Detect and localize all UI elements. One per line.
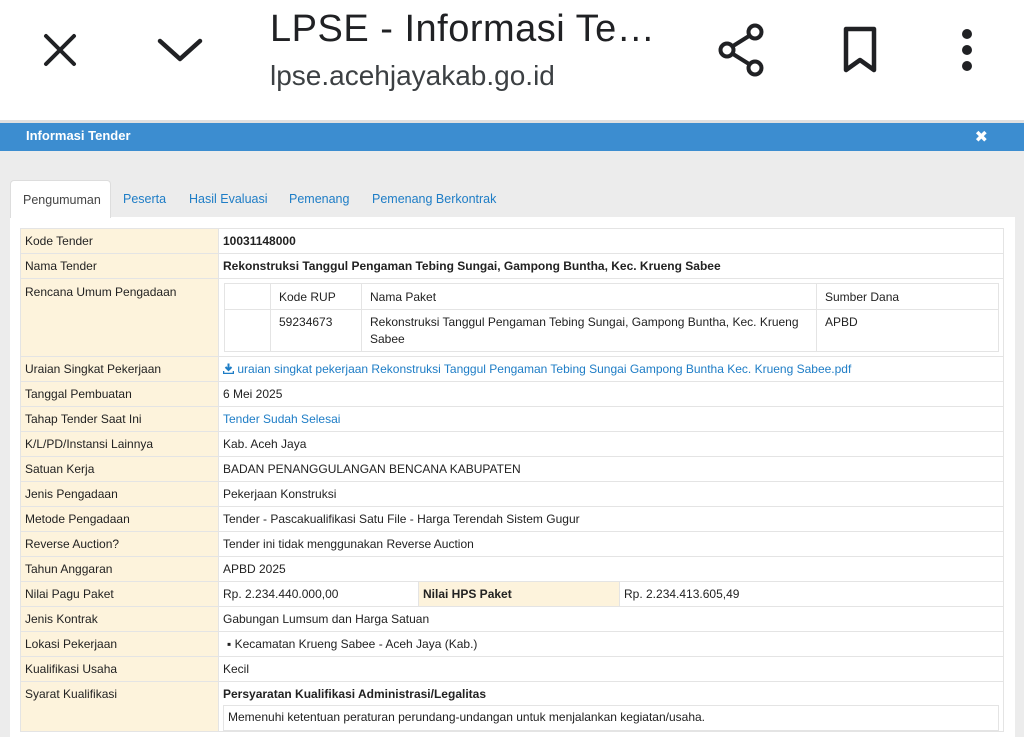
table-row: Rencana Umum Pengadaan Kode RUP Nama Pak… (20, 278, 1004, 357)
field-label: Metode Pengadaan (20, 506, 219, 532)
table-row: Uraian Singkat Pekerjaan uraian singkat … (20, 356, 1004, 382)
field-label: Uraian Singkat Pekerjaan (20, 356, 219, 382)
column-header: Kode RUP (270, 283, 362, 310)
nama-tender-value: Rekonstruksi Tanggul Pengaman Tebing Sun… (218, 253, 1004, 279)
table-row: Jenis Kontrak Gabungan Lumsum dan Harga … (20, 606, 1004, 632)
share-icon[interactable] (716, 22, 768, 78)
table-row: Tahun Anggaran APBD 2025 (20, 556, 1004, 582)
nama-paket-value: Rekonstruksi Tanggul Pengaman Tebing Sun… (361, 309, 817, 352)
reverse-value: Tender ini tidak menggunakan Reverse Auc… (218, 531, 1004, 557)
field-label: Satuan Kerja (20, 456, 219, 482)
tab-peserta[interactable]: Peserta (123, 180, 166, 218)
lokasi-value: Kecamatan Krueng Sabee - Aceh Jaya (Kab.… (234, 637, 478, 651)
hps-label: Nilai HPS Paket (418, 581, 620, 607)
table-row: Nama Tender Rekonstruksi Tanggul Pengama… (20, 253, 1004, 279)
klpd-value: Kab. Aceh Jaya (218, 431, 1004, 457)
table-row: Tahap Tender Saat Ini Tender Sudah Seles… (20, 406, 1004, 432)
uraian-download-link[interactable]: uraian singkat pekerjaan Rekonstruksi Ta… (218, 356, 1004, 382)
table-row: Metode Pengadaan Tender - Pascakualifika… (20, 506, 1004, 532)
modal-header: Informasi Tender ✖ (0, 123, 1024, 151)
uraian-filename: uraian singkat pekerjaan Rekonstruksi Ta… (237, 361, 852, 376)
syarat-cell: Persyaratan Kualifikasi Administrasi/Leg… (218, 681, 1004, 732)
table-row: Jenis Pengadaan Pekerjaan Konstruksi (20, 481, 1004, 507)
page-title: LPSE - Informasi Te… (270, 8, 656, 50)
field-label: Jenis Kontrak (20, 606, 219, 632)
close-icon[interactable] (40, 30, 80, 70)
bullet: ▪ (227, 637, 235, 651)
field-label: Kualifikasi Usaha (20, 656, 219, 682)
satker-value: BADAN PENANGGULANGAN BENCANA KABUPATEN (218, 456, 1004, 482)
lokasi-cell: ▪ Kecamatan Krueng Sabee - Aceh Jaya (Ka… (218, 631, 1004, 657)
table-row: 59234673 Rekonstruksi Tanggul Pengaman T… (224, 309, 999, 352)
tahap-link[interactable]: Tender Sudah Selesai (218, 406, 1004, 432)
kontrak-value: Gabungan Lumsum dan Harga Satuan (218, 606, 1004, 632)
modal-close-button[interactable]: ✖ (975, 127, 988, 147)
rup-cell: Kode RUP Nama Paket Sumber Dana 59234673… (218, 278, 1004, 357)
page-url[interactable]: lpse.acehjayakab.go.id (270, 60, 555, 92)
table-row: Syarat Kualifikasi Persyaratan Kualifika… (20, 681, 1004, 732)
more-vert-icon[interactable] (952, 26, 982, 74)
column-header: Sumber Dana (816, 283, 999, 310)
table-row: Kualifikasi Usaha Kecil (20, 656, 1004, 682)
tab-hasil-evaluasi[interactable]: Hasil Evaluasi (189, 180, 268, 218)
tab-pengumuman[interactable]: Pengumuman (10, 180, 111, 218)
jenis-value: Pekerjaan Konstruksi (218, 481, 1004, 507)
table-row: Reverse Auction? Tender ini tidak menggu… (20, 531, 1004, 557)
field-label: Nama Tender (20, 253, 219, 279)
field-label: Tahap Tender Saat Ini (20, 406, 219, 432)
column-header: Nama Paket (361, 283, 817, 310)
table-row: Lokasi Pekerjaan ▪ Kecamatan Krueng Sabe… (20, 631, 1004, 657)
table-row: Kode Tender 10031148000 (20, 228, 1004, 254)
chevron-down-icon[interactable] (156, 30, 204, 70)
syarat-heading: Persyaratan Kualifikasi Administrasi/Leg… (223, 687, 486, 701)
field-label: Tahun Anggaran (20, 556, 219, 582)
field-label: Kode Tender (20, 228, 219, 254)
tahun-value: APBD 2025 (218, 556, 1004, 582)
field-label: Lokasi Pekerjaan (20, 631, 219, 657)
rup-table: Kode RUP Nama Paket Sumber Dana 59234673… (224, 283, 999, 352)
download-icon (222, 363, 235, 377)
tanggal-value: 6 Mei 2025 (218, 381, 1004, 407)
browser-toolbar: LPSE - Informasi Te… lpse.acehjayakab.go… (0, 0, 1024, 120)
table-row: Satuan Kerja BADAN PENANGGULANGAN BENCAN… (20, 456, 1004, 482)
metode-value: Tender - Pascakualifikasi Satu File - Ha… (218, 506, 1004, 532)
pagu-value: Rp. 2.234.440.000,00 (218, 581, 419, 607)
field-label: Reverse Auction? (20, 531, 219, 557)
field-label: Syarat Kualifikasi (20, 681, 219, 732)
table-row: Nilai Pagu Paket Rp. 2.234.440.000,00 Ni… (20, 581, 1004, 607)
field-label: K/L/PD/Instansi Lainnya (20, 431, 219, 457)
table-row: K/L/PD/Instansi Lainnya Kab. Aceh Jaya (20, 431, 1004, 457)
sumber-dana-value: APBD (816, 309, 999, 352)
hps-value: Rp. 2.234.413.605,49 (619, 581, 1004, 607)
field-label: Nilai Pagu Paket (20, 581, 219, 607)
syarat-item: Memenuhi ketentuan peraturan perundang-u… (223, 705, 999, 731)
field-label: Rencana Umum Pengadaan (20, 278, 219, 357)
tender-info-table: Kode Tender 10031148000 Nama Tender Reko… (20, 228, 1004, 732)
tab-pemenang[interactable]: Pemenang (289, 180, 349, 218)
table-row: Tanggal Pembuatan 6 Mei 2025 (20, 381, 1004, 407)
bookmark-icon[interactable] (838, 24, 882, 76)
field-label: Tanggal Pembuatan (20, 381, 219, 407)
table-row: Kode RUP Nama Paket Sumber Dana (224, 283, 999, 310)
kode-rup-value: 59234673 (270, 309, 362, 352)
field-label: Jenis Pengadaan (20, 481, 219, 507)
kualifikasi-value: Kecil (218, 656, 1004, 682)
kode-tender-value: 10031148000 (218, 228, 1004, 254)
tab-pemenang-berkontrak[interactable]: Pemenang Berkontrak (372, 180, 496, 218)
modal-title: Informasi Tender (26, 128, 131, 143)
